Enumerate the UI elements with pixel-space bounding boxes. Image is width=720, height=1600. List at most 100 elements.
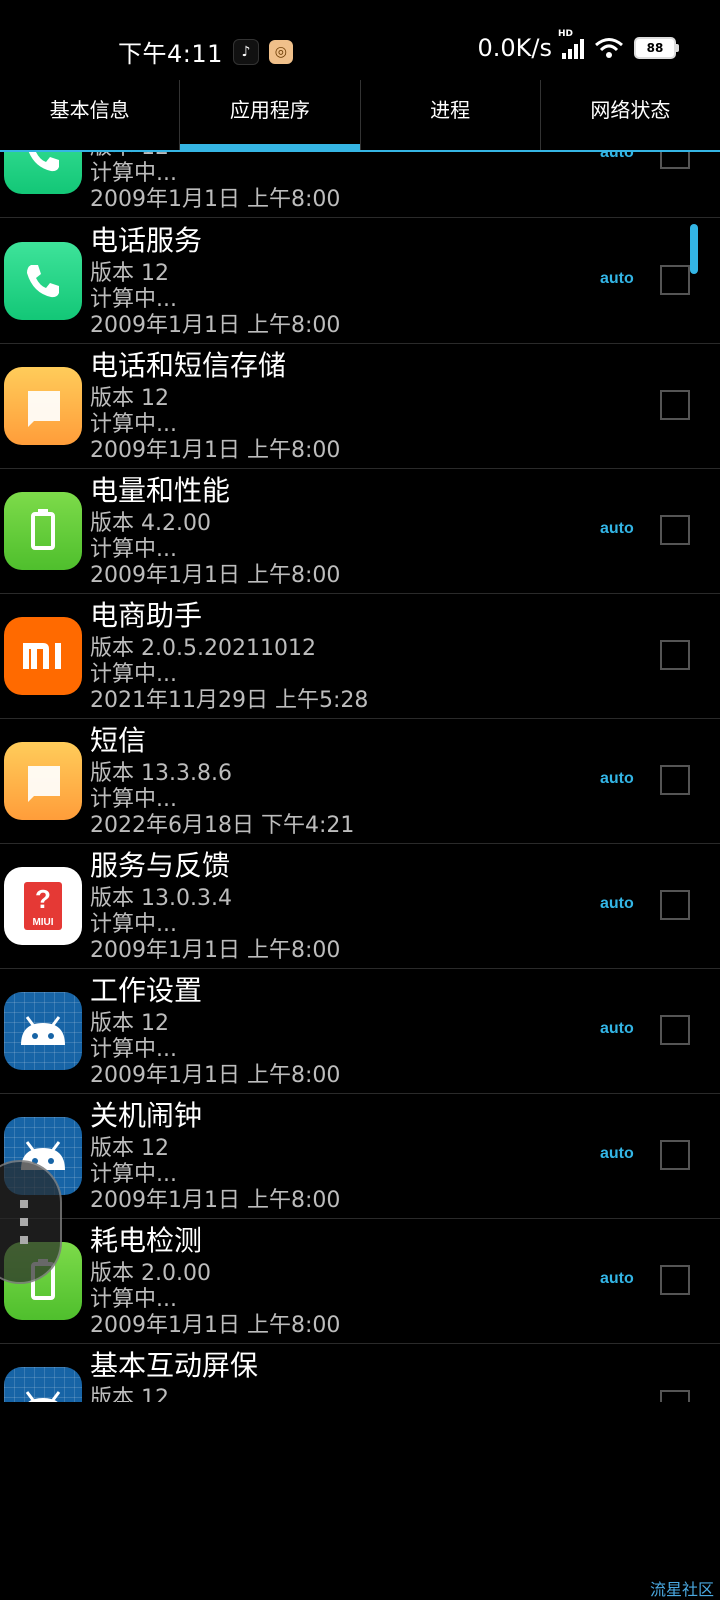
android-icon	[4, 992, 82, 1070]
app-install-date: 2009年1月1日 上午8:00	[90, 1313, 341, 1338]
app-list-item[interactable]: 短信 版本 13.3.8.6 计算中... 2022年6月18日 下午4:21 …	[0, 718, 720, 844]
auto-start-badge: auto	[600, 270, 634, 287]
app-install-date: 2009年1月1日 上午8:00	[90, 563, 341, 588]
auto-start-badge: auto	[600, 520, 634, 537]
list-scrollbar[interactable]	[690, 224, 698, 274]
app-name: 短信	[90, 724, 147, 757]
app-select-checkbox[interactable]	[660, 1015, 690, 1045]
app-select-checkbox[interactable]	[660, 1390, 690, 1402]
app-size: 计算中...	[90, 412, 177, 437]
app-select-checkbox[interactable]	[660, 515, 690, 545]
app-list-item[interactable]: 电话和短信存储 版本 12 计算中... 2009年1月1日 上午8:00	[0, 343, 720, 469]
app-version: 版本 13.0.3.4	[90, 886, 232, 911]
app-list-item[interactable]: 电话服务 版本 12 计算中... 2009年1月1日 上午8:00 auto	[0, 218, 720, 344]
message-icon	[4, 367, 82, 445]
app-list-item[interactable]: 关机闹钟 版本 12 计算中... 2009年1月1日 上午8:00 auto	[0, 1093, 720, 1219]
app-name: 关机闹钟	[90, 1099, 203, 1132]
app-name: 耗电检测	[90, 1224, 203, 1257]
app-list-item[interactable]: 电量和性能 版本 4.2.00 计算中... 2009年1月1日 上午8:00 …	[0, 468, 720, 594]
app-size: 计算中...	[90, 1037, 177, 1062]
battery-icon: 88	[634, 37, 679, 59]
wifi-icon	[595, 38, 623, 58]
app-install-date: 2022年6月18日 下午4:21	[90, 813, 355, 838]
app-name: 电商助手	[90, 599, 203, 632]
phone-icon	[4, 152, 82, 194]
message-icon	[4, 742, 82, 820]
auto-start-badge: auto	[600, 1020, 634, 1037]
app-list-item[interactable]: 电商助手 版本 2.0.5.20211012 计算中... 2021年11月29…	[0, 593, 720, 719]
app-select-checkbox[interactable]	[660, 1265, 690, 1295]
tab-network-status[interactable]: 网络状态	[541, 80, 720, 152]
app-select-checkbox[interactable]	[660, 1140, 690, 1170]
auto-start-badge: auto	[600, 1270, 634, 1287]
auto-start-badge: auto	[600, 152, 634, 161]
app-select-checkbox[interactable]	[660, 152, 690, 169]
app-select-checkbox[interactable]	[660, 265, 690, 295]
app-install-date: 2009年1月1日 上午8:00	[90, 938, 341, 963]
app-name: 电话和短信存储	[90, 349, 287, 382]
tab-processes[interactable]: 进程	[361, 80, 541, 152]
auto-start-badge: auto	[600, 895, 634, 912]
battery-icon	[4, 492, 82, 570]
phone-icon	[4, 242, 82, 320]
app-install-date: 2009年1月1日 上午8:00	[90, 187, 341, 212]
status-time: 下午4:11	[118, 40, 223, 68]
app-list-item[interactable]: 耗电检测 版本 2.0.00 计算中... 2009年1月1日 上午8:00 a…	[0, 1218, 720, 1344]
app-version: 版本 12	[90, 386, 169, 411]
app-size: 计算中...	[90, 537, 177, 562]
app-name: 电量和性能	[90, 474, 231, 507]
auto-start-badge: auto	[600, 1145, 634, 1162]
app-list-item[interactable]: ? MIUI 服务与反馈 版本 13.0.3.4 计算中... 2009年1月1…	[0, 843, 720, 969]
svg-text:?: ?	[35, 884, 51, 914]
app-list[interactable]: 版本 12 计算中... 2009年1月1日 上午8:00 auto 电话服务 …	[0, 152, 720, 1402]
app-name: 工作设置	[90, 974, 203, 1007]
floating-menu-handle[interactable]	[0, 1160, 62, 1284]
android-icon	[4, 1367, 82, 1402]
app-install-date: 2009年1月1日 上午8:00	[90, 1063, 341, 1088]
app-size: 计算中...	[90, 287, 177, 312]
status-bar: 下午4:11 ♪ ◎ 0.0K/s HD 88	[0, 0, 720, 80]
app-size: 计算中...	[90, 787, 177, 812]
app-version: 版本 2.0.00	[90, 1261, 211, 1286]
watermark: 流星社区	[649, 1580, 714, 1599]
tab-basic-info[interactable]: 基本信息	[0, 80, 181, 152]
app-install-date: 2021年11月29日 上午5:28	[90, 688, 369, 713]
app-install-date: 2009年1月1日 上午8:00	[90, 313, 341, 338]
app-notification-icon: ◎	[268, 39, 293, 64]
app-install-date: 2009年1月1日 上午8:00	[90, 1188, 341, 1213]
mi-logo-icon	[4, 617, 82, 695]
tab-bar: 基本信息 应用程序 进程 网络状态	[0, 80, 720, 152]
menu-dot-icon	[20, 1236, 28, 1244]
tiktok-notification-icon: ♪	[232, 38, 259, 65]
tab-applications[interactable]: 应用程序	[180, 80, 361, 152]
app-version: 版本 12	[90, 1136, 169, 1161]
menu-dot-icon	[20, 1200, 28, 1208]
app-size: 计算中...	[90, 912, 177, 937]
app-version: 版本 12	[90, 1011, 169, 1036]
app-size: 计算中...	[90, 1287, 177, 1312]
app-version: 版本 12	[90, 261, 169, 286]
app-select-checkbox[interactable]	[660, 890, 690, 920]
feedback-icon: ? MIUI	[4, 867, 82, 945]
app-size: 计算中...	[90, 1162, 177, 1187]
app-size: 计算中...	[90, 161, 177, 186]
app-version: 版本 12	[90, 1386, 169, 1402]
network-speed: 0.0K/s	[477, 34, 553, 62]
app-list-item[interactable]: 工作设置 版本 12 计算中... 2009年1月1日 上午8:00 auto	[0, 968, 720, 1094]
app-name: 基本互动屏保	[90, 1349, 259, 1382]
app-select-checkbox[interactable]	[660, 390, 690, 420]
menu-dot-icon	[20, 1218, 28, 1226]
app-list-item[interactable]: 基本互动屏保 版本 12	[0, 1343, 720, 1402]
app-version: 版本 4.2.00	[90, 511, 211, 536]
app-name: 电话服务	[90, 224, 203, 257]
app-version: 版本 13.3.8.6	[90, 761, 232, 786]
app-list-item[interactable]: 版本 12 计算中... 2009年1月1日 上午8:00 auto	[0, 152, 720, 218]
app-version: 版本 2.0.5.20211012	[90, 636, 316, 661]
app-select-checkbox[interactable]	[660, 765, 690, 795]
app-install-date: 2009年1月1日 上午8:00	[90, 438, 341, 463]
auto-start-badge: auto	[600, 770, 634, 787]
cell-signal-icon: HD	[558, 29, 584, 59]
app-select-checkbox[interactable]	[660, 640, 690, 670]
app-size: 计算中...	[90, 662, 177, 687]
svg-text:MIUI: MIUI	[32, 917, 53, 928]
